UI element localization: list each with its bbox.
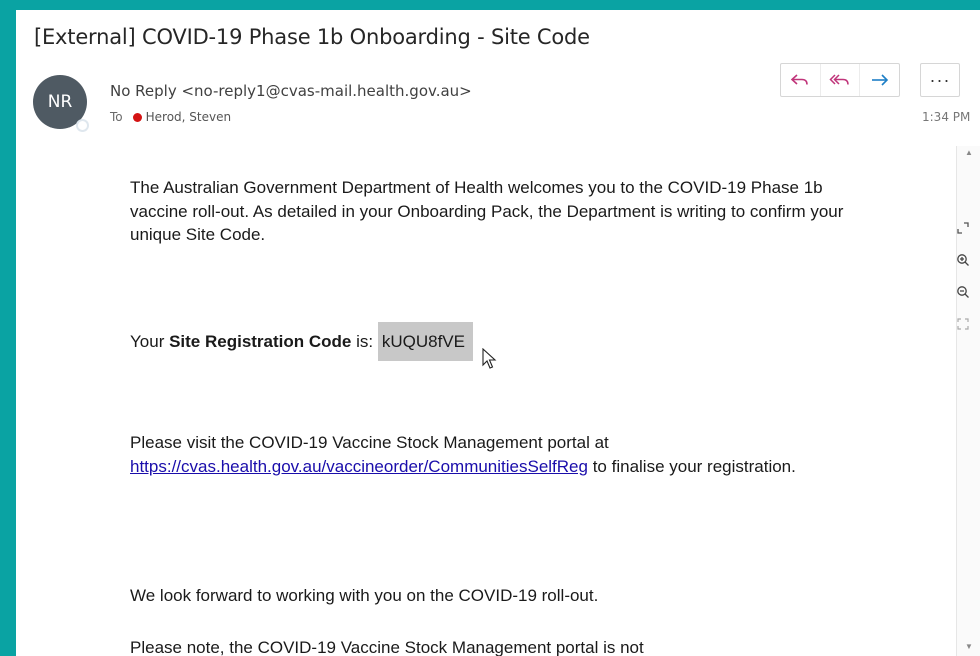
expand-icon	[957, 222, 969, 234]
body-paragraph-closing: We look forward to working with you on t…	[130, 586, 599, 605]
scroll-up-icon[interactable]: ▲	[965, 148, 973, 157]
portal-text-suffix: to finalise your registration.	[587, 456, 796, 476]
reply-all-button[interactable]	[821, 64, 861, 96]
to-label: To	[110, 110, 123, 124]
forward-button[interactable]	[860, 64, 899, 96]
avatar-initials: NR	[47, 92, 73, 112]
reading-tools	[950, 218, 976, 334]
fit-button[interactable]	[954, 314, 972, 334]
portal-link[interactable]: https://cvas.health.gov.au/vaccineorder/…	[130, 457, 588, 476]
message-actions	[780, 63, 900, 97]
site-code-prefix: Your	[130, 332, 170, 351]
more-actions-button[interactable]: ···	[920, 63, 960, 97]
email-subject: [External] COVID-19 Phase 1b Onboarding …	[34, 25, 590, 49]
zoom-out-button[interactable]	[954, 282, 972, 302]
reply-button[interactable]	[781, 64, 821, 96]
body-paragraph-note: Please note, the COVID-19 Vaccine Stock …	[130, 638, 644, 656]
site-code-mid: is:	[351, 332, 378, 351]
portal-text-prefix: Please visit the COVID-19 Vaccine Stock …	[130, 433, 609, 452]
body-paragraph-portal: Please visit the COVID-19 Vaccine Stock …	[130, 431, 850, 478]
recipient-status-icon	[132, 112, 142, 122]
site-code-label: Site Registration Code	[169, 332, 352, 351]
body-paragraph-site-code: Your Site Registration Code is: kUQU8fVE	[130, 322, 473, 361]
sender-address[interactable]: No Reply <no-reply1@cvas-mail.health.gov…	[110, 82, 472, 100]
email-reading-pane: [External] COVID-19 Phase 1b Onboarding …	[16, 10, 980, 656]
body-paragraph-welcome: The Australian Government Department of …	[130, 178, 844, 244]
received-time: 1:34 PM	[922, 110, 971, 124]
reply-icon	[791, 74, 809, 85]
recipient-name[interactable]: Herod, Steven	[146, 110, 231, 124]
more-icon: ···	[929, 69, 951, 90]
mouse-pointer-icon	[482, 348, 497, 369]
zoom-in-icon	[957, 254, 969, 266]
reply-all-icon	[829, 74, 849, 85]
scroll-down-icon[interactable]: ▼	[965, 642, 973, 651]
zoom-out-icon	[957, 286, 969, 298]
site-code-value[interactable]: kUQU8fVE	[377, 322, 473, 361]
presence-status-icon	[76, 119, 89, 132]
recipient-line: To Herod, Steven	[110, 110, 231, 124]
expand-button[interactable]	[954, 218, 972, 238]
forward-icon	[871, 74, 888, 86]
zoom-in-button[interactable]	[954, 250, 972, 270]
fit-icon	[957, 318, 969, 330]
